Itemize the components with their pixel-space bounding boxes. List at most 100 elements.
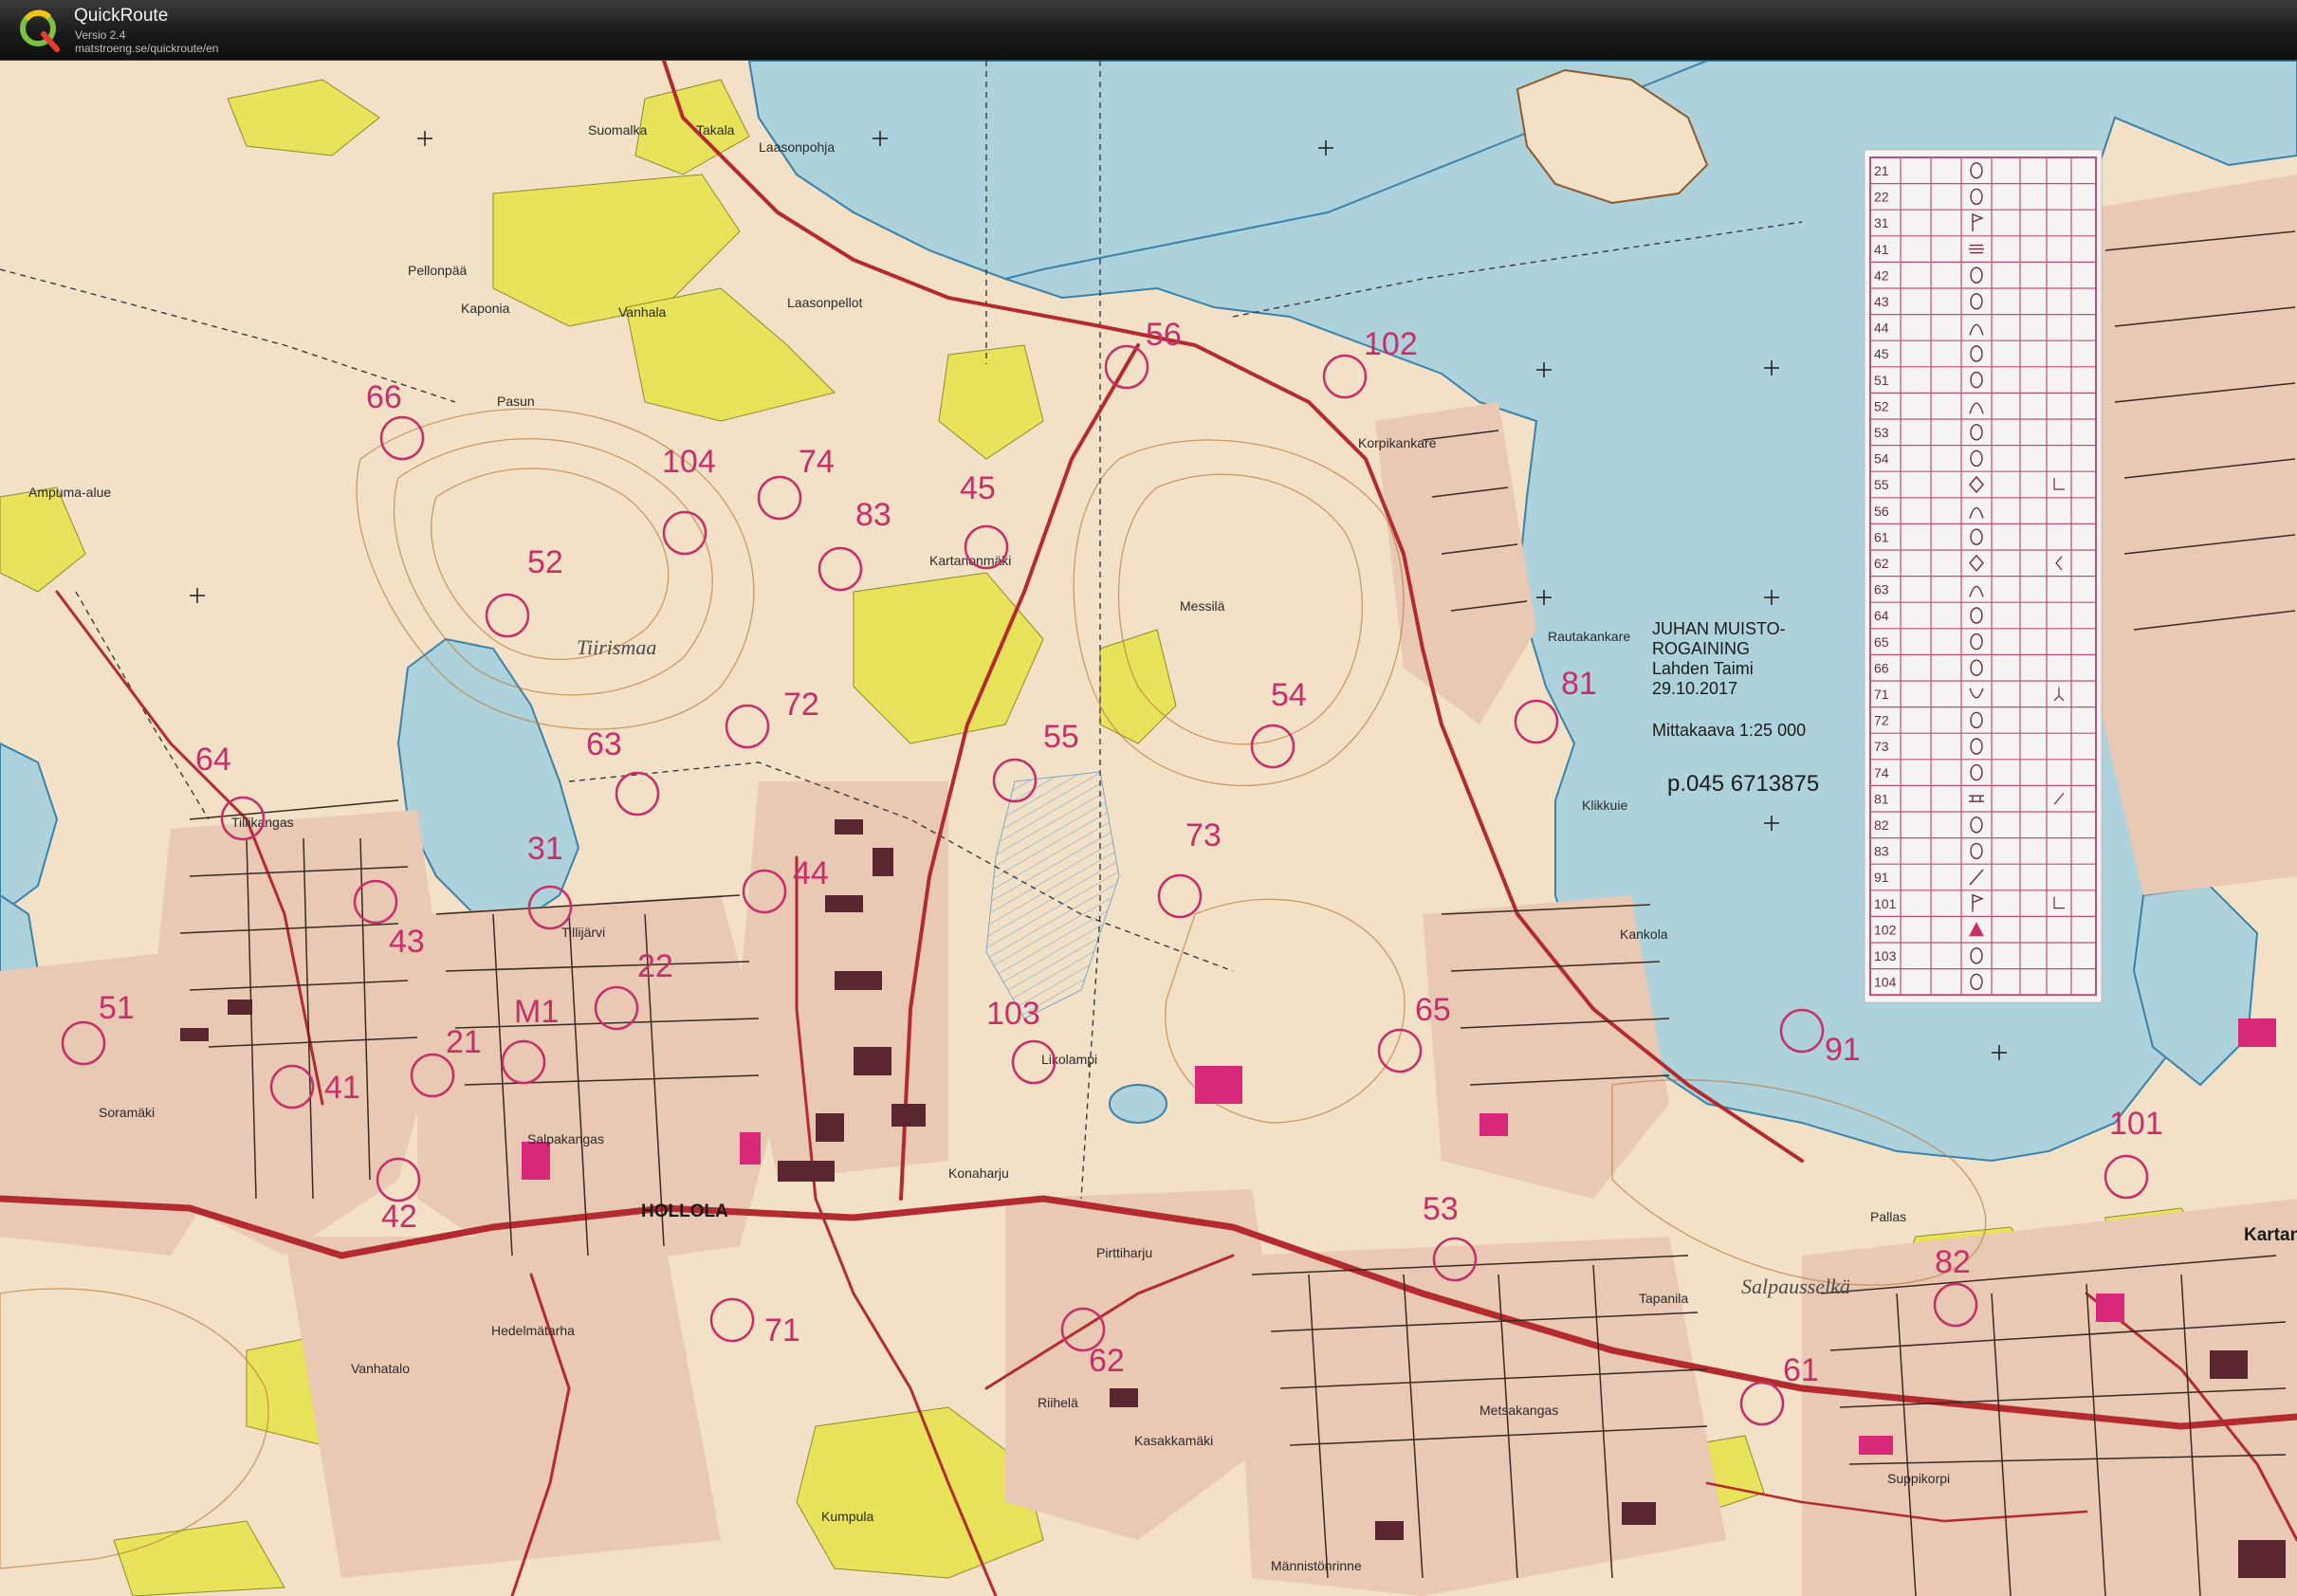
description-code: 71	[1874, 687, 1889, 702]
place-name: Hedelmätarha	[491, 1323, 575, 1338]
description-code: 66	[1874, 660, 1889, 675]
control-number: 42	[381, 1199, 417, 1235]
place-name: Tillijärvi	[561, 925, 605, 940]
description-code: 74	[1874, 765, 1889, 780]
control-number: 101	[2109, 1106, 2163, 1142]
control-number: 66	[366, 379, 402, 415]
pond-likolampi	[1109, 1084, 1167, 1124]
place-name: Soramäki	[99, 1105, 155, 1120]
place-name: Laasonpohja	[759, 139, 835, 155]
description-code: 101	[1874, 896, 1897, 911]
description-code: 42	[1874, 267, 1889, 283]
place-name: Pirttiharju	[1096, 1245, 1152, 1260]
place-name: Tapanila	[1639, 1291, 1688, 1306]
place-name: Laasonpellot	[787, 295, 863, 310]
place-name: Kaponia	[461, 301, 510, 316]
place-name: Vanhala	[618, 304, 667, 320]
description-code: 45	[1874, 346, 1889, 361]
control-number: 43	[389, 924, 425, 960]
description-code: 102	[1874, 922, 1897, 937]
control-number: 41	[324, 1070, 360, 1106]
control-number: 74	[799, 444, 835, 480]
description-code: 103	[1874, 948, 1897, 963]
control-number: 64	[195, 742, 231, 778]
event-title-line2: ROGAINING	[1652, 639, 1750, 658]
control-number: 22	[637, 948, 673, 984]
description-code: 81	[1874, 791, 1889, 806]
control-number: 63	[586, 726, 622, 762]
place-name: Ampuma-alue	[28, 485, 111, 500]
control-number: M1	[514, 994, 559, 1030]
place-name: Vanhatalo	[351, 1361, 410, 1376]
description-code: 82	[1874, 817, 1889, 833]
description-code: 43	[1874, 294, 1889, 309]
control-number: 45	[960, 470, 996, 506]
quickroute-q-logo-icon	[20, 9, 60, 52]
place-name: Metsakangas	[1479, 1403, 1558, 1418]
contact-phone: p.045 6713875	[1667, 771, 1819, 797]
control-number: 51	[99, 990, 135, 1026]
control-number: 53	[1423, 1191, 1459, 1227]
description-code: 22	[1874, 190, 1889, 205]
place-name: Messilä	[1180, 598, 1225, 614]
place-name: Suomalka	[588, 122, 647, 138]
description-code: 21	[1874, 163, 1889, 178]
map-viewport[interactable]: Laasonpohja Laasonpellot Suomalka Takala…	[0, 61, 2297, 1596]
description-code: 62	[1874, 556, 1889, 571]
description-code: 63	[1874, 582, 1889, 597]
place-name: Kartano	[2244, 1225, 2297, 1245]
control-number: 52	[527, 544, 563, 580]
description-code: 64	[1874, 608, 1889, 623]
place-name: Rautakankare	[1548, 629, 1630, 644]
map-scale: Mittakaava 1:25 000	[1652, 721, 1806, 740]
app-name: QuickRoute	[74, 6, 169, 26]
place-name: Pallas	[1870, 1209, 1906, 1224]
description-code: 55	[1874, 477, 1889, 492]
control-number: 71	[764, 1312, 800, 1348]
place-name: Konaharju	[948, 1165, 1009, 1181]
description-code: 104	[1874, 975, 1897, 990]
control-number: 54	[1271, 677, 1307, 713]
control-number: 62	[1089, 1343, 1125, 1379]
description-code: 56	[1874, 504, 1889, 519]
description-code: 61	[1874, 529, 1889, 544]
place-name: Takala	[696, 122, 735, 138]
description-code: 41	[1874, 242, 1889, 257]
control-number: 65	[1415, 992, 1451, 1028]
description-code: 83	[1874, 844, 1889, 859]
control-number: 56	[1146, 317, 1182, 353]
control-number: 21	[446, 1024, 482, 1060]
description-code: 91	[1874, 870, 1889, 885]
place-name: HOLLOLA	[641, 1202, 728, 1221]
orienteering-map[interactable]: Laasonpohja Laasonpellot Suomalka Takala…	[0, 61, 2297, 1596]
place-name: Riihelä	[1038, 1395, 1078, 1410]
place-name: Korpikankare	[1358, 435, 1437, 450]
control-number: 91	[1825, 1032, 1861, 1068]
place-name: Salpausselkä	[1741, 1275, 1850, 1298]
control-number: 81	[1561, 666, 1597, 702]
place-name: Kumpula	[821, 1509, 873, 1524]
description-code: 54	[1874, 451, 1889, 467]
control-number: 103	[986, 996, 1040, 1032]
description-code: 52	[1874, 398, 1889, 413]
description-code: 65	[1874, 634, 1889, 650]
place-name: Männistönrinne	[1271, 1558, 1362, 1573]
control-number: 82	[1935, 1244, 1971, 1280]
control-description-table: 21 22 31 41 42 43 44 45 51 52 53 54 55 56 61 62 63 64 65 66…	[1864, 149, 2103, 1003]
control-number: 31	[527, 831, 563, 867]
place-name: Pasun	[497, 394, 535, 409]
title-bar: QuickRoute Versio 2.4 matstroeng.se/quic…	[0, 0, 2297, 61]
place-name: Pellonpää	[408, 263, 467, 278]
control-number: 73	[1185, 817, 1222, 853]
control-number: 44	[793, 855, 829, 891]
event-date: 29.10.2017	[1652, 679, 1737, 698]
app-url: matstroeng.se/quickroute/en	[75, 42, 219, 55]
description-code: 51	[1874, 373, 1889, 388]
place-name: Salpakangas	[527, 1131, 604, 1147]
control-number: 61	[1783, 1352, 1819, 1388]
app-version: Versio 2.4	[75, 28, 126, 42]
place-name: Klikkuie	[1582, 798, 1627, 813]
description-code: 53	[1874, 425, 1889, 440]
place-name: Likolampi	[1041, 1052, 1097, 1067]
control-number: 104	[662, 444, 716, 480]
